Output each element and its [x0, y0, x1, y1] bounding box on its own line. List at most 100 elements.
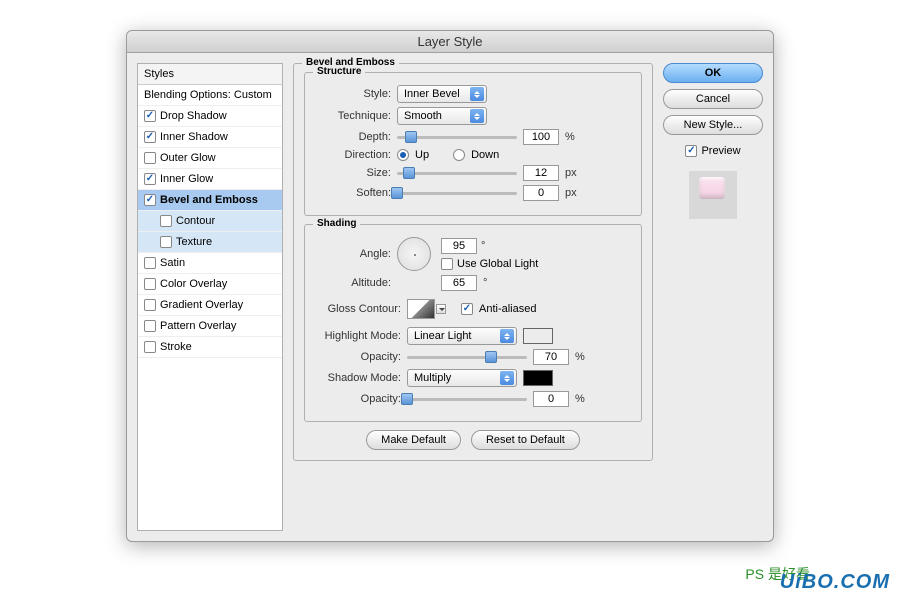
sidebar-item-pattern-overlay[interactable]: Pattern Overlay [138, 316, 282, 337]
dropdown-arrow-icon [470, 87, 484, 101]
sidebar-item-label: Bevel and Emboss [160, 194, 258, 206]
direction-up-radio[interactable] [397, 149, 409, 161]
sidebar-item-contour[interactable]: Contour [138, 211, 282, 232]
preview-swatch [689, 171, 737, 219]
highlight-color-swatch[interactable] [523, 328, 553, 344]
style-label: Style: [315, 88, 391, 100]
checkbox-icon[interactable] [144, 320, 156, 332]
sidebar-item-bevel-emboss[interactable]: Bevel and Emboss [138, 190, 282, 211]
ok-button[interactable]: OK [663, 63, 763, 83]
watermark-logo: UiBO.COM [780, 571, 890, 594]
shadow-mode-label: Shadow Mode: [315, 372, 401, 384]
highlight-opacity-slider[interactable] [407, 350, 527, 364]
checkbox-icon[interactable] [160, 236, 172, 248]
sidebar-item-stroke[interactable]: Stroke [138, 337, 282, 358]
style-select[interactable]: Inner Bevel [397, 85, 487, 103]
size-slider[interactable] [397, 166, 517, 180]
depth-unit: % [565, 131, 575, 143]
sidebar-header[interactable]: Styles [138, 64, 282, 85]
sidebar-item-label: Texture [176, 236, 212, 248]
checkbox-icon[interactable] [144, 194, 156, 206]
global-light-checkbox[interactable] [441, 258, 453, 270]
gloss-contour-picker[interactable] [407, 299, 435, 319]
shadow-color-swatch[interactable] [523, 370, 553, 386]
angle-wheel[interactable] [397, 237, 431, 271]
highlight-mode-label: Highlight Mode: [315, 330, 401, 342]
direction-down-radio[interactable] [453, 149, 465, 161]
soften-input[interactable]: 0 [523, 185, 559, 201]
sidebar-item-label: Inner Glow [160, 173, 213, 185]
preview-label: Preview [701, 145, 740, 157]
sidebar-item-label: Inner Shadow [160, 131, 228, 143]
dropdown-arrow-icon [500, 329, 514, 343]
soften-unit: px [565, 187, 577, 199]
make-default-button[interactable]: Make Default [366, 430, 461, 450]
sidebar-item-outer-glow[interactable]: Outer Glow [138, 148, 282, 169]
sidebar-item-color-overlay[interactable]: Color Overlay [138, 274, 282, 295]
shadow-opacity-label: Opacity: [315, 393, 401, 405]
altitude-label: Altitude: [315, 277, 391, 289]
checkbox-icon[interactable] [160, 215, 172, 227]
sidebar-item-inner-glow[interactable]: Inner Glow [138, 169, 282, 190]
direction-label: Direction: [315, 149, 391, 161]
altitude-input[interactable]: 65 [441, 275, 477, 291]
cancel-button[interactable]: Cancel [663, 89, 763, 109]
depth-label: Depth: [315, 131, 391, 143]
technique-select[interactable]: Smooth [397, 107, 487, 125]
shading-legend: Shading [313, 218, 360, 229]
technique-label: Technique: [315, 110, 391, 122]
shadow-opacity-input[interactable]: 0 [533, 391, 569, 407]
sidebar-item-label: Satin [160, 257, 185, 269]
checkbox-icon[interactable] [144, 152, 156, 164]
preview-checkbox[interactable] [685, 145, 697, 157]
dropdown-arrow-icon[interactable] [436, 304, 446, 314]
angle-input[interactable]: 95 [441, 238, 477, 254]
sidebar-item-label: Stroke [160, 341, 192, 353]
sidebar-item-label: Color Overlay [160, 278, 227, 290]
sidebar-item-drop-shadow[interactable]: Drop Shadow [138, 106, 282, 127]
sidebar-item-satin[interactable]: Satin [138, 253, 282, 274]
checkbox-icon[interactable] [144, 131, 156, 143]
depth-slider[interactable] [397, 130, 517, 144]
gloss-contour-label: Gloss Contour: [315, 303, 401, 315]
structure-group: Structure Style: Inner Bevel Technique: … [304, 72, 642, 216]
highlight-opacity-input[interactable]: 70 [533, 349, 569, 365]
reset-default-button[interactable]: Reset to Default [471, 430, 580, 450]
checkbox-icon[interactable] [144, 110, 156, 122]
down-label: Down [471, 149, 499, 161]
bevel-emboss-group: Bevel and Emboss Structure Style: Inner … [293, 63, 653, 461]
highlight-opacity-label: Opacity: [315, 351, 401, 363]
checkbox-icon[interactable] [144, 341, 156, 353]
soften-slider[interactable] [397, 186, 517, 200]
structure-legend: Structure [313, 66, 365, 77]
new-style-button[interactable]: New Style... [663, 115, 763, 135]
sidebar-item-gradient-overlay[interactable]: Gradient Overlay [138, 295, 282, 316]
sidebar-item-label: Outer Glow [160, 152, 216, 164]
depth-input[interactable]: 100 [523, 129, 559, 145]
checkbox-icon[interactable] [144, 173, 156, 185]
shadow-opacity-slider[interactable] [407, 392, 527, 406]
dialog-title: Layer Style [127, 31, 773, 53]
global-light-label: Use Global Light [457, 258, 538, 270]
shadow-mode-select[interactable]: Multiply [407, 369, 517, 387]
main-panel: Bevel and Emboss Structure Style: Inner … [293, 63, 653, 531]
antialiased-checkbox[interactable] [461, 303, 473, 315]
size-input[interactable]: 12 [523, 165, 559, 181]
checkbox-icon[interactable] [144, 257, 156, 269]
checkbox-icon[interactable] [144, 278, 156, 290]
sidebar-item-texture[interactable]: Texture [138, 232, 282, 253]
highlight-mode-select[interactable]: Linear Light [407, 327, 517, 345]
shading-group: Shading Angle: 95 ° Use Global Light [304, 224, 642, 422]
styles-sidebar: Styles Blending Options: Custom Drop Sha… [137, 63, 283, 531]
sidebar-item-label: Gradient Overlay [160, 299, 243, 311]
checkbox-icon[interactable] [144, 299, 156, 311]
sidebar-item-label: Drop Shadow [160, 110, 227, 122]
dropdown-arrow-icon [470, 109, 484, 123]
sidebar-item-label: Contour [176, 215, 215, 227]
sidebar-blending-options[interactable]: Blending Options: Custom [138, 85, 282, 106]
up-label: Up [415, 149, 429, 161]
sidebar-item-inner-shadow[interactable]: Inner Shadow [138, 127, 282, 148]
size-unit: px [565, 167, 577, 179]
angle-label: Angle: [315, 248, 391, 260]
dropdown-arrow-icon [500, 371, 514, 385]
